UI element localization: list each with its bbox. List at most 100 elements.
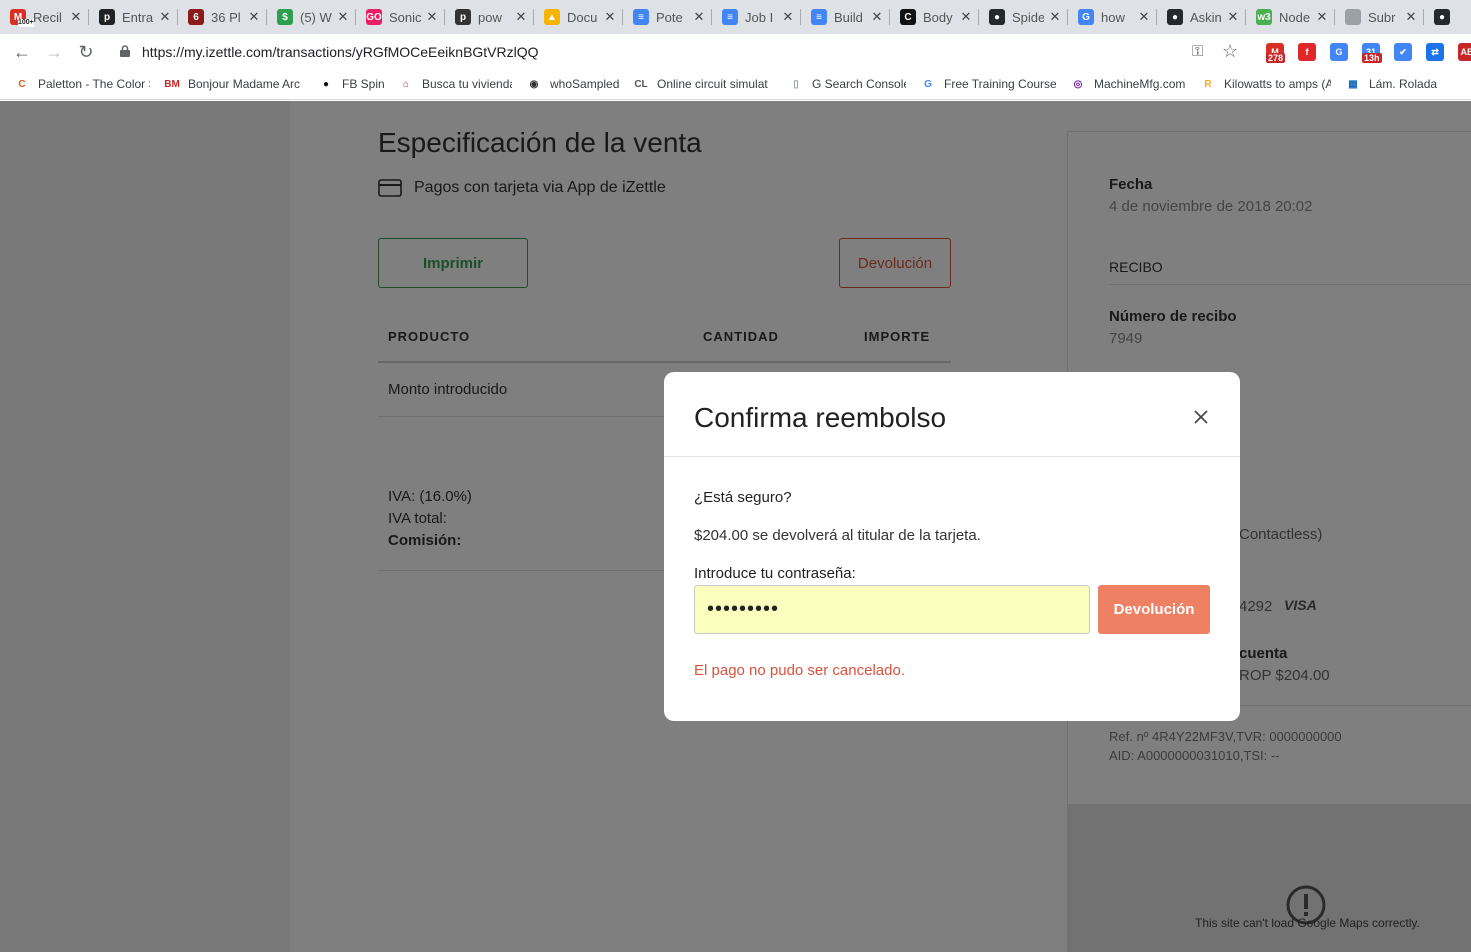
- bookmark-label: MachineMfg.com: [1094, 77, 1186, 91]
- extension-glyph: G: [1335, 47, 1343, 57]
- p-icon: p: [99, 9, 115, 25]
- paletton-icon: C: [18, 78, 26, 90]
- password-label: Introduce tu contraseña:: [694, 565, 856, 582]
- w3-icon: w3: [1256, 9, 1272, 25]
- tab-title: Job I: [745, 9, 774, 25]
- error-message: El pago no pudo ser cancelado.: [694, 662, 905, 679]
- gmail-ext-icon[interactable]: M 278: [1266, 43, 1286, 63]
- bookmark-label: Busca tu vivienda: [422, 77, 512, 91]
- tab-title: Spide: [1012, 9, 1044, 25]
- browser-tab[interactable]: ● Askin ✕: [1157, 0, 1246, 34]
- bookmark-item[interactable]: ▦ Lám. Rolada Fr: [1331, 70, 1441, 98]
- tab-close-icon[interactable]: ✕: [1137, 9, 1151, 25]
- docs-icon: ≡: [811, 9, 827, 25]
- browser-tab[interactable]: ▲ Docu ✕: [534, 0, 623, 34]
- bookmark-item[interactable]: ⌂ Busca tu vivienda: [384, 70, 512, 98]
- tab-title: Pote: [656, 9, 683, 25]
- bookmark-item[interactable]: BM Bonjour Madame Arc: [150, 70, 304, 98]
- browser-tab[interactable]: ●: [1424, 0, 1471, 34]
- confirm-refund-button[interactable]: Devolución: [1098, 585, 1210, 634]
- reload-icon[interactable]: ↻: [74, 40, 98, 64]
- ext-blue-icon[interactable]: ⇄: [1426, 43, 1444, 61]
- google-icon: G: [924, 78, 932, 90]
- browser-tab[interactable]: Subr ✕: [1335, 0, 1424, 34]
- machinemfg-icon: ◎: [1073, 78, 1083, 90]
- page-icon: ▯: [793, 78, 799, 90]
- tab-close-icon[interactable]: ✕: [1048, 9, 1062, 25]
- browser-tab[interactable]: ● Spide ✕: [979, 0, 1068, 34]
- browser-tab[interactable]: p Entra ✕: [89, 0, 178, 34]
- url-text[interactable]: https://my.izettle.com/transactions/yRGf…: [142, 44, 539, 60]
- house-icon: ⌂: [402, 78, 410, 90]
- bookmark-item[interactable]: ● FB Spin: [304, 70, 384, 98]
- r-icon: R: [1204, 78, 1212, 90]
- p-icon: p: [455, 9, 471, 25]
- tab-title: Recil: [33, 9, 62, 25]
- tab-title: (5) W: [300, 9, 332, 25]
- browser-tab[interactable]: p pow ✕: [445, 0, 534, 34]
- tab-close-icon[interactable]: ✕: [158, 9, 172, 25]
- check-icon[interactable]: ✔: [1394, 43, 1412, 61]
- translate-icon[interactable]: G: [1330, 43, 1348, 61]
- tab-title: pow: [478, 9, 502, 25]
- browser-tab[interactable]: ≡ Build ✕: [801, 0, 890, 34]
- rolada-icon: ▦: [1348, 78, 1358, 90]
- browser-tab[interactable]: Ghow ✕: [1068, 0, 1157, 34]
- refund-confirm-dialog: Confirma reembolso ¿Está seguro? $204.00…: [664, 372, 1240, 721]
- bookmark-item[interactable]: ◉ whoSampled: [512, 70, 619, 98]
- bookmark-item[interactable]: C Paletton - The Color S: [0, 70, 150, 98]
- tab-close-icon[interactable]: ✕: [1315, 9, 1329, 25]
- drive-icon: ▲: [544, 9, 560, 25]
- browser-tab[interactable]: w3 Node ✕: [1246, 0, 1335, 34]
- bookmark-item[interactable]: CL Online circuit simulat: [619, 70, 774, 98]
- key-icon[interactable]: ⚿: [1192, 43, 1203, 60]
- dialog-title: Confirma reembolso: [694, 402, 947, 433]
- page-icon: [1345, 9, 1361, 25]
- back-arrow-icon[interactable]: ←: [10, 40, 34, 64]
- bookmark-item[interactable]: R Kilowatts to amps (A): [1186, 70, 1331, 98]
- whosampled-icon: ◉: [529, 78, 539, 90]
- tab-strip: M Recil ✕ 100+ p Entra ✕ 6 36 Pl ✕ $ (5) W ✕ GO Sonic ✕…: [0, 0, 1471, 34]
- star-icon[interactable]: ☆: [1222, 41, 1238, 62]
- tab-close-icon[interactable]: ✕: [336, 9, 350, 25]
- extension-badge: 13h: [1362, 53, 1382, 63]
- tab-title: 36 Pl: [211, 9, 241, 25]
- browser-tab[interactable]: 6 36 Pl ✕: [178, 0, 267, 34]
- tab-close-icon[interactable]: ✕: [692, 9, 706, 25]
- tab-close-icon[interactable]: ✕: [1226, 9, 1240, 25]
- adblock-icon[interactable]: AB: [1458, 43, 1471, 61]
- browser-tab[interactable]: ≡ Job I ✕: [712, 0, 801, 34]
- forward-arrow-icon[interactable]: →: [42, 40, 66, 64]
- calendar-icon[interactable]: 31 13h: [1362, 43, 1382, 63]
- tab-close-icon[interactable]: ✕: [603, 9, 617, 25]
- password-field[interactable]: [694, 585, 1090, 634]
- tab-close-icon[interactable]: ✕: [514, 9, 528, 25]
- go-icon: GO: [366, 9, 382, 25]
- browser-tab[interactable]: GO Sonic ✕: [356, 0, 445, 34]
- dollar-icon: $: [277, 9, 293, 25]
- bookmark-item[interactable]: ▯ G Search Console: [774, 70, 906, 98]
- close-icon[interactable]: [1191, 407, 1211, 427]
- tab-close-icon[interactable]: ✕: [781, 9, 795, 25]
- browser-tab[interactable]: $ (5) W ✕: [267, 0, 356, 34]
- tab-close-icon[interactable]: ✕: [425, 9, 439, 25]
- tab-close-icon[interactable]: ✕: [870, 9, 884, 25]
- refund-description: $204.00 se devolverá al titular de la ta…: [694, 527, 981, 544]
- browser-toolbar: ← → ↻ https://my.izettle.com/transaction…: [0, 34, 1471, 70]
- extension-glyph: f: [1305, 47, 1309, 57]
- browser-tab[interactable]: C Body ✕: [890, 0, 979, 34]
- bookmark-label: Lám. Rolada Fr: [1369, 77, 1441, 91]
- tab-close-icon[interactable]: ✕: [69, 9, 83, 25]
- bookmark-item[interactable]: ◎ MachineMfg.com: [1056, 70, 1186, 98]
- tab-title: Sonic: [389, 9, 421, 25]
- bookmark-item[interactable]: G Free Training Course: [906, 70, 1056, 98]
- tab-close-icon[interactable]: ✕: [247, 9, 261, 25]
- browser-tab[interactable]: M Recil ✕ 100+: [0, 0, 89, 34]
- browser-tab[interactable]: ≡ Pote ✕: [623, 0, 712, 34]
- address-bar[interactable]: https://my.izettle.com/transactions/yRGf…: [110, 38, 1250, 66]
- tab-close-icon[interactable]: ✕: [1404, 9, 1418, 25]
- tab-close-icon[interactable]: ✕: [959, 9, 973, 25]
- flipboard-icon[interactable]: f: [1298, 43, 1316, 61]
- extension-glyph: ⇄: [1431, 46, 1439, 57]
- circuit-icon: CL: [634, 78, 648, 90]
